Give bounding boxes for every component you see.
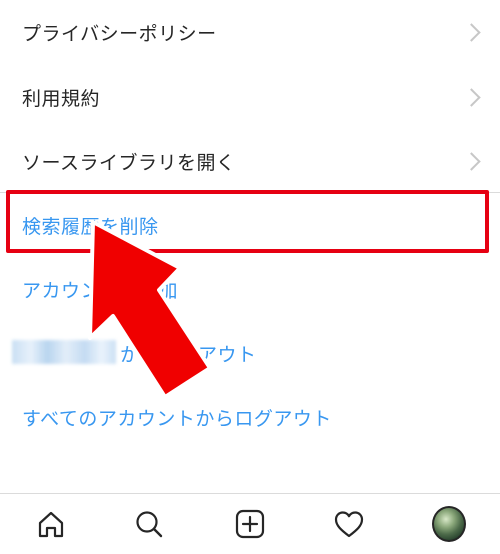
tab-home[interactable] <box>34 507 68 541</box>
tab-search[interactable] <box>132 507 166 541</box>
tab-new-post[interactable] <box>233 507 267 541</box>
heart-icon <box>334 511 364 538</box>
home-icon <box>38 511 64 538</box>
add-post-icon <box>235 509 265 539</box>
search-icon <box>136 511 163 538</box>
bottom-tab-bar <box>0 493 500 554</box>
red-arrow-annotation <box>88 220 212 399</box>
tab-profile[interactable] <box>432 506 466 542</box>
avatar <box>432 506 466 542</box>
red-arrow-shape <box>88 220 212 399</box>
tab-activity[interactable] <box>332 507 366 541</box>
